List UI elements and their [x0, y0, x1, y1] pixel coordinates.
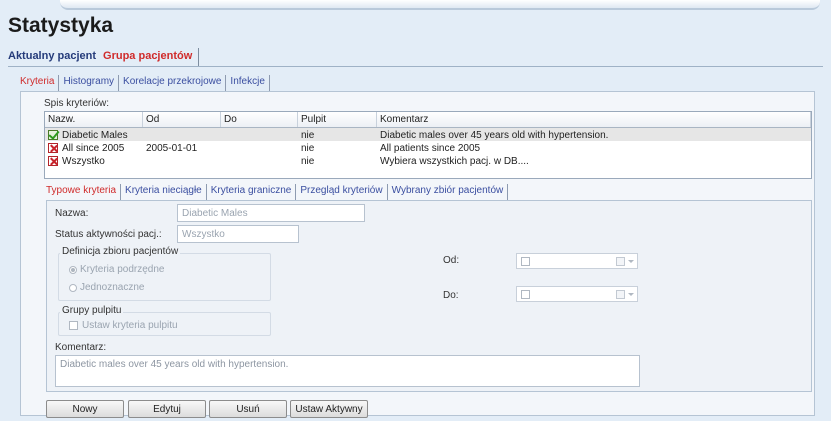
- row-to: [221, 128, 298, 141]
- chevron-down-icon[interactable]: [628, 293, 634, 296]
- status-field[interactable]: Wszystko: [177, 225, 299, 243]
- tab-patient-group[interactable]: Grupa pacjentów: [99, 48, 200, 66]
- set-active-button[interactable]: Ustaw Aktywny: [290, 400, 368, 418]
- name-label: Nazwa:: [55, 208, 89, 219]
- new-button[interactable]: Nowy: [46, 400, 124, 418]
- tab-continuous-criteria[interactable]: Kryteria nieciągłe: [121, 184, 207, 200]
- comment-label: Komentarz:: [55, 342, 107, 353]
- delete-button[interactable]: Usuń: [209, 400, 287, 418]
- column-header-from[interactable]: Od: [143, 112, 221, 127]
- page-title: Statystyka: [8, 14, 114, 37]
- row-dashboard: nie: [301, 155, 315, 167]
- table-header: Nazw. Od Do Pulpit Komentarz: [45, 112, 811, 128]
- table-row[interactable]: Diabetic Males nie Diabetic males over 4…: [45, 128, 811, 141]
- criteria-list-label: Spis kryteriów:: [44, 98, 110, 109]
- column-header-comment[interactable]: Komentarz: [377, 112, 811, 127]
- row-from: 2005-01-01: [146, 142, 198, 154]
- tab-boundary-criteria[interactable]: Kryteria graniczne: [207, 184, 297, 200]
- tab-histograms[interactable]: Histogramy: [59, 75, 120, 91]
- row-dashboard: nie: [301, 142, 315, 154]
- top-window-edge: [60, 0, 820, 10]
- name-field[interactable]: Diabetic Males: [177, 204, 365, 222]
- radio-empty-icon: [69, 283, 77, 292]
- table-row[interactable]: Wszystko nie Wybiera wszystkich pacj. w …: [45, 154, 811, 167]
- from-label: Od:: [443, 255, 460, 266]
- radio-unique[interactable]: Jednoznaczne: [69, 282, 145, 293]
- calendar-icon[interactable]: [616, 290, 625, 299]
- date-enable-checkbox[interactable]: [521, 256, 530, 266]
- radio-sub-criteria-label: Kryteria podrzędne: [80, 264, 165, 275]
- calendar-icon[interactable]: [616, 257, 625, 266]
- dashboard-groups-title: Grupy pulpitu: [60, 305, 124, 316]
- tab-criteria[interactable]: Kryteria: [20, 75, 60, 91]
- patient-set-definition-title: Definicja zbioru pacjentów: [60, 246, 181, 257]
- to-label: Do:: [443, 290, 459, 301]
- row-comment: All patients since 2005: [380, 142, 481, 154]
- row-name: Diabetic Males: [62, 129, 128, 141]
- edit-button[interactable]: Edytuj: [128, 400, 206, 418]
- row-comment: Wybiera wszystkich pacj. w DB....: [380, 155, 529, 167]
- radio-selected-icon: [69, 265, 77, 274]
- tab-criteria-overview[interactable]: Przegląd kryteriów: [296, 184, 388, 200]
- radio-sub-criteria[interactable]: Kryteria podrzędne: [69, 264, 165, 275]
- column-header-to[interactable]: Do: [221, 112, 298, 127]
- row-from: [143, 128, 221, 141]
- row-dashboard: nie: [301, 129, 315, 141]
- row-to: [221, 141, 298, 154]
- comment-field[interactable]: Diabetic males over 45 years old with hy…: [55, 355, 640, 387]
- check-icon: [48, 130, 58, 140]
- dashboard-criteria-label: Ustaw kryteria pulpitu: [82, 320, 178, 331]
- table-row[interactable]: All since 2005 2005-01-01 nie All patien…: [45, 141, 811, 154]
- to-date-field[interactable]: [516, 286, 638, 302]
- tab-infections[interactable]: Infekcje: [226, 75, 270, 91]
- top-tabs: Aktualny pacjent Grupa pacjentów: [8, 48, 200, 66]
- tab-current-patient[interactable]: Aktualny pacjent: [8, 48, 99, 66]
- date-enable-checkbox[interactable]: [521, 289, 530, 299]
- tab-selected-patient-set[interactable]: Wybrany zbiór pacjentów: [388, 184, 509, 200]
- column-header-name[interactable]: Nazw.: [45, 112, 143, 127]
- chevron-down-icon[interactable]: [628, 260, 634, 263]
- sub-tabs: Kryteria Histogramy Korelacje przekrojow…: [20, 75, 270, 91]
- detail-tabs: Typowe kryteria Kryteria nieciągłe Kryte…: [46, 184, 509, 200]
- radio-unique-label: Jednoznaczne: [80, 282, 145, 293]
- row-comment: Diabetic males over 45 years old with hy…: [380, 129, 609, 141]
- row-from: [143, 154, 221, 167]
- cross-icon: [48, 156, 58, 166]
- patient-set-definition-group: [58, 253, 271, 301]
- row-name: Wszystko: [62, 155, 105, 167]
- row-name: All since 2005: [62, 142, 125, 154]
- dashboard-criteria-checkbox[interactable]: Ustaw kryteria pulpitu: [69, 320, 178, 331]
- status-label: Status aktywności pacj.:: [55, 229, 162, 240]
- cross-icon: [48, 143, 58, 153]
- tab-cross-correlations[interactable]: Korelacje przekrojowe: [119, 75, 227, 91]
- row-to: [221, 154, 298, 167]
- criteria-table: Nazw. Od Do Pulpit Komentarz Diabetic Ma…: [44, 111, 812, 179]
- column-header-dashboard[interactable]: Pulpit: [298, 112, 377, 127]
- checkbox-icon: [69, 321, 78, 330]
- from-date-field[interactable]: [516, 253, 638, 269]
- tab-typical-criteria[interactable]: Typowe kryteria: [46, 184, 122, 200]
